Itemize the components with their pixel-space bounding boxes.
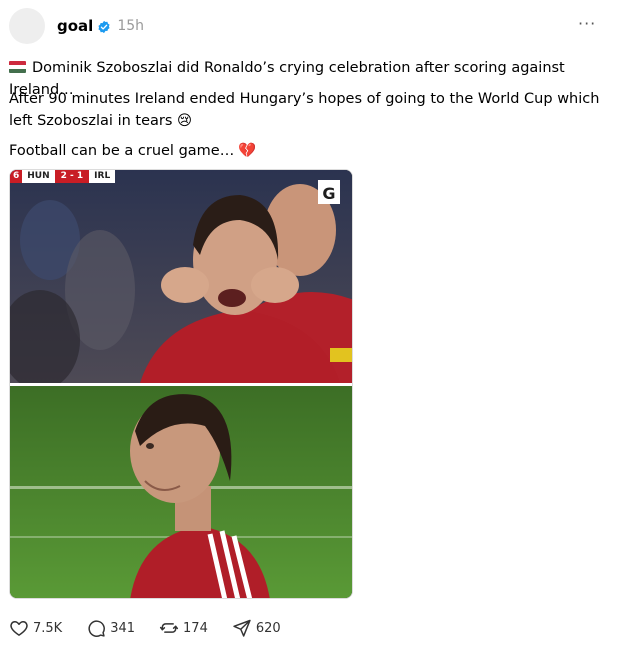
repost-button[interactable]: 174 bbox=[159, 618, 208, 638]
watermark-logo: G bbox=[322, 184, 335, 203]
share-count: 620 bbox=[255, 620, 281, 636]
username[interactable]: goal bbox=[57, 17, 93, 35]
like-count: 7.5K bbox=[33, 620, 63, 636]
repost-icon bbox=[159, 623, 179, 633]
avatar[interactable] bbox=[9, 8, 45, 44]
post-header: goal 15h bbox=[57, 16, 144, 36]
comment-icon bbox=[88, 620, 106, 637]
post-media[interactable]: G 6 HUN 2 - 1 IRL bbox=[9, 169, 353, 599]
share-icon bbox=[233, 619, 251, 637]
hungary-flag-icon bbox=[9, 61, 26, 73]
post-closing: Football can be a cruel game… bbox=[9, 143, 235, 159]
comment-button[interactable]: 341 bbox=[86, 618, 135, 638]
scorebug-away: IRL bbox=[89, 170, 116, 183]
post-text-line-3: Football can be a cruel game… 💔 bbox=[9, 140, 609, 162]
comment-count: 341 bbox=[110, 620, 136, 636]
heart-icon bbox=[10, 621, 28, 636]
photo-tears-on-pitch bbox=[10, 386, 352, 598]
post-body: After 90 minutes Ireland ended Hungary’s… bbox=[9, 91, 600, 129]
thread-post: goal 15h ··· Dominik Szoboszlai did Rona… bbox=[0, 0, 621, 648]
repost-count: 174 bbox=[183, 620, 208, 636]
scorebug-score: 2 - 1 bbox=[54, 170, 90, 183]
more-options-icon[interactable]: ··· bbox=[578, 14, 596, 33]
share-button[interactable]: 620 bbox=[232, 618, 281, 638]
broken-heart-icon: 💔 bbox=[238, 143, 257, 159]
photo-crying-celebration: G 6 HUN 2 - 1 IRL bbox=[10, 170, 352, 390]
scorebug: 6 HUN 2 - 1 IRL bbox=[10, 170, 116, 183]
post-actions: 7.5K 341 174 620 bbox=[9, 618, 305, 638]
like-button[interactable]: 7.5K bbox=[9, 618, 62, 638]
scorebug-home: HUN bbox=[22, 170, 55, 183]
scorebug-minute: 6 bbox=[10, 170, 23, 183]
verified-badge-icon bbox=[97, 19, 111, 34]
post-timestamp: 15h bbox=[117, 18, 144, 34]
